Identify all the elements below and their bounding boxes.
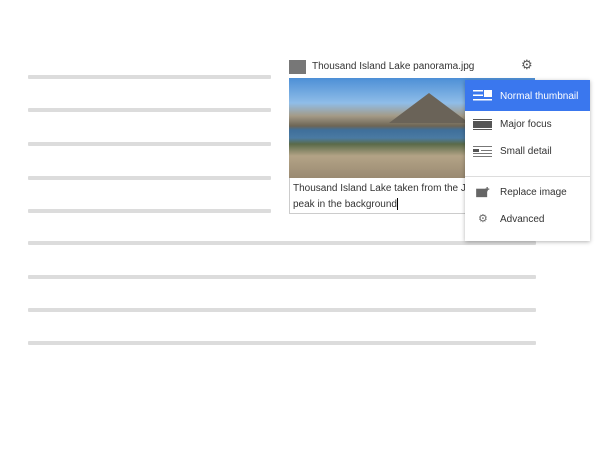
replace-image-icon [476,187,490,198]
text-line [28,142,271,146]
major-focus-icon [473,119,492,130]
text-line [28,275,536,279]
text-line [28,341,536,345]
menu-divider [465,176,590,177]
menu-item-normal-thumbnail[interactable]: Normal thumbnail [465,80,590,111]
figure-title: Thousand Island Lake panorama.jpg [312,61,475,72]
text-line [28,209,271,213]
menu-item-advanced[interactable]: ⚙ Advanced [465,206,590,234]
normal-thumbnail-icon [473,90,492,101]
text-cursor [396,198,398,211]
text-line [28,75,271,79]
menu-item-replace-image[interactable]: Replace image [465,179,590,207]
image-options-menu: Normal thumbnail Major focus Small detai… [465,80,590,241]
small-detail-icon [473,146,492,157]
text-line [28,108,271,112]
menu-item-small-detail[interactable]: Small detail [465,138,590,166]
gear-icon[interactable]: ⚙ [521,57,533,73]
text-line [28,241,536,245]
menu-item-major-focus[interactable]: Major focus [465,111,590,139]
gear-icon: ⚙ [478,213,488,225]
text-line [28,176,271,180]
text-line [28,308,536,312]
image-icon [289,60,306,74]
